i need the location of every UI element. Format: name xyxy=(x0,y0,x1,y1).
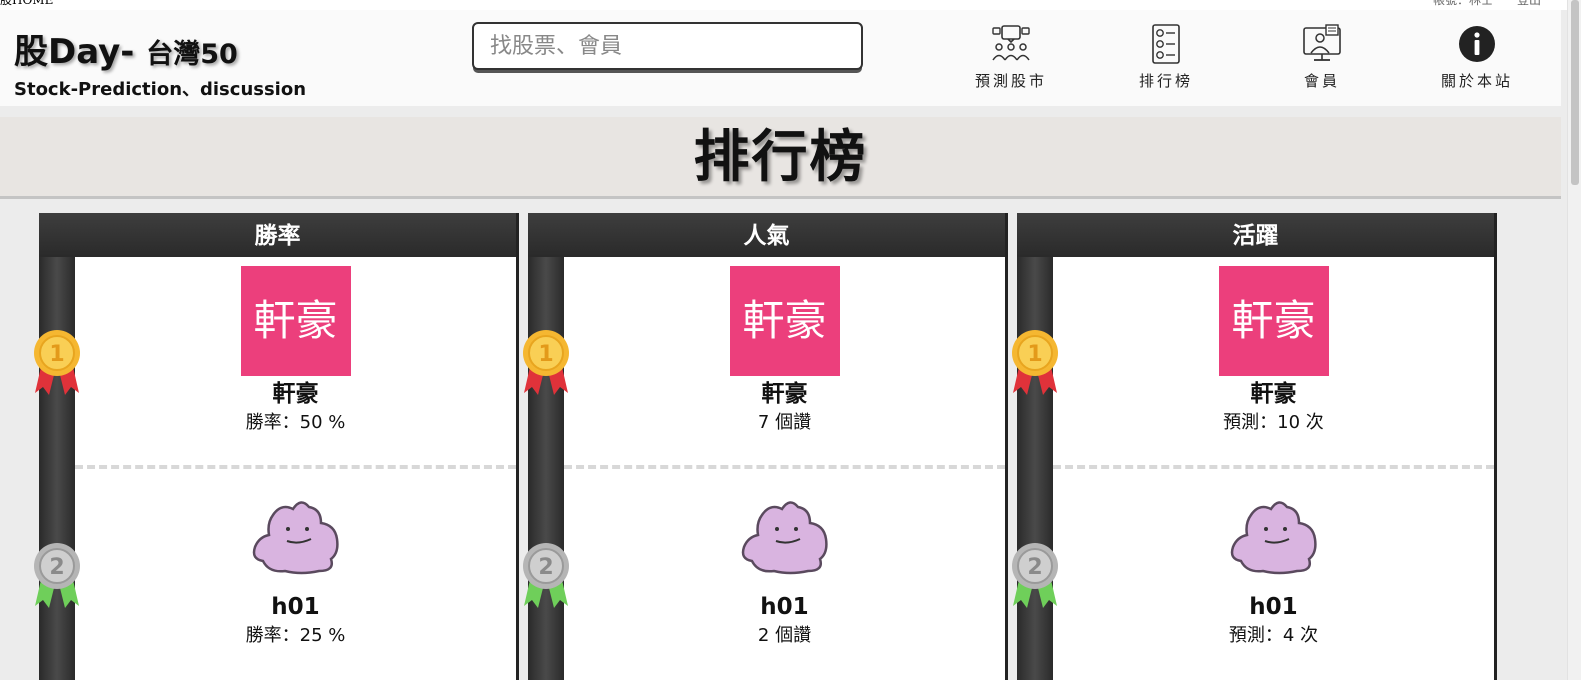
member-icon xyxy=(1303,24,1341,61)
top-strip-right-text: 帳號：林士 登出 xyxy=(1432,0,1541,7)
ranking-entry-1[interactable]: 軒豪 軒豪 7 個讚 xyxy=(564,266,1005,436)
scrollbar-thumb[interactable] xyxy=(1571,0,1579,185)
top-strip-left-text: 股HOME xyxy=(0,0,54,7)
user-name[interactable]: 軒豪 xyxy=(75,378,516,410)
nav-about[interactable]: 關於本站 xyxy=(1417,24,1537,91)
user-name[interactable]: 軒豪 xyxy=(564,378,1005,410)
entry-divider xyxy=(75,465,516,469)
gold-medal-icon: 1 xyxy=(34,330,80,395)
user-avatar[interactable] xyxy=(729,479,840,589)
ranking-entry-2[interactable]: h01 2 個讚 xyxy=(564,479,1005,649)
user-stat: 預測：4 次 xyxy=(1228,625,1319,646)
user-name[interactable]: h01 xyxy=(1053,591,1494,623)
brand-title: 股Day- 台灣50 xyxy=(14,24,306,73)
silver-medal-icon: 2 xyxy=(34,543,80,608)
site-header: 股Day- 台灣50 Stock-Prediction、discussion 預… xyxy=(0,10,1561,106)
user-stat: 7 個讚 xyxy=(757,412,812,433)
ranking-entry-2[interactable]: h01 預測：4 次 xyxy=(1053,479,1494,649)
page-scrollbar[interactable] xyxy=(1567,0,1581,680)
page-title: 排行榜 xyxy=(693,125,868,190)
nav-leaderboard[interactable]: 排行榜 xyxy=(1106,24,1226,91)
user-name[interactable]: h01 xyxy=(564,591,1005,623)
ranking-entry-2[interactable]: h01 勝率：25 % xyxy=(75,479,516,649)
silver-medal-icon: 2 xyxy=(1012,543,1058,608)
user-stat: 勝率：25 % xyxy=(245,625,346,646)
user-stat: 預測：10 次 xyxy=(1223,412,1324,433)
browser-top-strip: 股HOME 帳號：林士 登出 xyxy=(0,0,1581,10)
predict-market-icon xyxy=(992,25,1030,61)
user-name[interactable]: h01 xyxy=(75,591,516,623)
ditto-avatar-icon xyxy=(741,501,828,575)
board-title: 活躍 xyxy=(1017,213,1497,257)
nav-leaderboard-label: 排行榜 xyxy=(1138,72,1193,90)
board-side-bar xyxy=(39,257,75,680)
silver-medal-icon: 2 xyxy=(523,543,569,608)
user-stat: 2 個讚 xyxy=(757,625,812,646)
nav-predict-market-label: 預測股市 xyxy=(974,72,1047,90)
leaderboard-activity: 活躍 軒豪 軒豪 預測：10 次 h01 預測：4 次 1 2 xyxy=(1012,213,1497,680)
nav-member-label: 會員 xyxy=(1303,72,1340,90)
page-title-banner: 排行榜 xyxy=(0,117,1561,199)
board-title: 人氣 xyxy=(528,213,1008,257)
search-input[interactable] xyxy=(474,24,861,68)
brand-title-main: 股Day- xyxy=(14,32,135,72)
nav-predict-market[interactable]: 預測股市 xyxy=(951,24,1071,91)
board-side-bar xyxy=(528,257,564,680)
medal-rank-text: 1 xyxy=(1027,342,1042,367)
ranking-entry-1[interactable]: 軒豪 軒豪 預測：10 次 xyxy=(1053,266,1494,436)
board-side-bar xyxy=(1017,257,1053,680)
brand-tagline: Stock-Prediction、discussion xyxy=(14,79,307,100)
user-avatar[interactable] xyxy=(1218,479,1329,589)
medal-rank-text: 1 xyxy=(49,342,64,367)
leaderboard-popularity: 人氣 軒豪 軒豪 7 個讚 h01 2 個讚 1 2 xyxy=(523,213,1008,680)
entry-divider xyxy=(564,465,1005,469)
user-avatar[interactable]: 軒豪 xyxy=(1218,266,1329,376)
medal-rank-text: 2 xyxy=(1027,555,1042,580)
user-avatar[interactable]: 軒豪 xyxy=(240,266,351,376)
gold-medal-icon: 1 xyxy=(1012,330,1058,395)
entry-divider xyxy=(1053,465,1494,469)
search-box[interactable] xyxy=(472,22,863,70)
brand-title-sub: 台灣50 xyxy=(146,39,238,70)
user-avatar[interactable] xyxy=(240,479,351,589)
medal-rank-text: 2 xyxy=(49,555,64,580)
ditto-avatar-icon xyxy=(1230,501,1317,575)
gold-medal-icon: 1 xyxy=(523,330,569,395)
medal-rank-text: 2 xyxy=(538,555,553,580)
leaderboard-icon xyxy=(1152,24,1180,64)
ditto-avatar-icon xyxy=(252,501,339,575)
user-avatar[interactable]: 軒豪 xyxy=(729,266,840,376)
medal-rank-text: 1 xyxy=(538,342,553,367)
ranking-entry-1[interactable]: 軒豪 軒豪 勝率：50 % xyxy=(75,266,516,436)
leaderboard-win-rate: 勝率 軒豪 軒豪 勝率：50 % h01 勝率：25 % 1 2 xyxy=(34,213,519,680)
board-title: 勝率 xyxy=(39,213,519,257)
user-stat: 勝率：50 % xyxy=(245,412,346,433)
brand[interactable]: 股Day- 台灣50 Stock-Prediction、discussion xyxy=(14,24,306,101)
info-icon xyxy=(1459,26,1495,62)
nav-about-label: 關於本站 xyxy=(1440,72,1513,90)
user-name[interactable]: 軒豪 xyxy=(1053,378,1494,410)
nav-member[interactable]: 會員 xyxy=(1262,24,1382,91)
